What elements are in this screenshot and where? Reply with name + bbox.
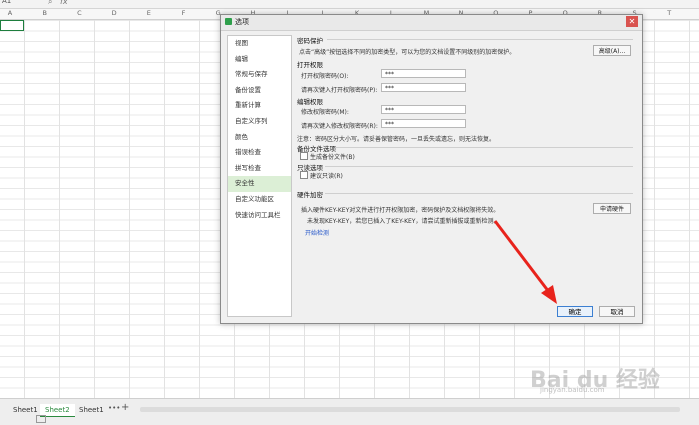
sheet-tab-bar: Sheet1 Sheet2 Sheet1 ••• + [0,398,699,425]
nav-item-custom-list[interactable]: 自定义序列 [228,114,291,130]
dialog-title: 选项 [235,18,249,26]
column-header-a[interactable]: A [8,9,12,17]
edit-password-label: 修改权限密码(M): [301,109,349,116]
nav-item-custom-ribbon[interactable]: 自定义功能区 [228,192,291,208]
divider [335,147,633,148]
edit-confirm-input[interactable]: *** [381,119,466,128]
more-sheets-icon[interactable]: ••• [108,404,120,412]
open-confirm-input[interactable]: *** [381,83,466,92]
divider [325,166,633,167]
column-header-e[interactable]: E [147,9,151,17]
detect-link[interactable]: 开始检测 [305,228,329,237]
fx-icon[interactable]: fx [60,0,68,6]
ok-button[interactable]: 确定 [557,306,593,317]
backup-checkbox[interactable] [300,152,308,160]
edit-confirm-label: 请再次键入修改权限密码(R): [301,123,378,130]
sheet-tab[interactable]: Sheet1 [74,404,109,416]
nav-item-security[interactable]: 安全性 [228,176,291,192]
view-icon[interactable] [36,415,46,423]
divider [325,193,633,194]
column-header-d[interactable]: D [112,9,117,17]
options-nav: 视图 编辑 常规与保存 备份设置 重新计算 自定义序列 颜色 错误检查 拼写检查… [227,35,292,317]
open-password-label: 打开权限密码(O): [301,73,349,80]
security-panel: 密码保护 点击“高级”按钮选择不同的加密类型，可以为您的文档设置不同级别的加密保… [295,35,635,303]
zoom-icon[interactable]: ⌕ [48,0,52,7]
hardware-section-title: 硬件加密 [297,191,323,199]
edit-password-input[interactable]: *** [381,105,466,114]
close-icon[interactable]: ✕ [626,16,638,27]
selected-cell[interactable] [0,20,24,31]
horizontal-scrollbar[interactable] [140,407,680,412]
cancel-button[interactable]: 取消 [599,306,635,317]
column-header-b[interactable]: B [42,9,46,17]
dialog-titlebar[interactable]: 选项 ✕ [221,15,642,31]
column-header-c[interactable]: C [77,9,82,17]
nav-item-view[interactable]: 视图 [228,36,291,52]
nav-item-backup[interactable]: 备份设置 [228,83,291,99]
hardware-line1: 插入硬件KEY-KEY对文件进行打开权限加密，密码保护及文档权限将失效。 [301,207,500,214]
app-icon [225,18,232,25]
nav-item-recalc[interactable]: 重新计算 [228,98,291,114]
password-note: 注意：密码区分大小写。请妥善保管密码，一旦丢失或遗忘，则无法恢复。 [297,136,496,143]
column-header-t[interactable]: T [667,9,671,17]
formula-bar: A1 ⌕ fx [0,0,699,9]
nav-item-spell-check[interactable]: 拼写检查 [228,161,291,177]
password-intro: 点击“高级”按钮选择不同的加密类型，可以为您的文档设置不同级别的加密保护。 [299,49,516,56]
readonly-checkbox-label[interactable]: 建议只读(R) [310,171,343,180]
nav-item-general-save[interactable]: 常规与保存 [228,67,291,83]
divider [327,39,633,40]
watermark-logo: Bai du 经验 jingyan.baidu.com [530,362,660,394]
nav-item-error-check[interactable]: 错误检查 [228,145,291,161]
open-password-input[interactable]: *** [381,69,466,78]
open-permission-title: 打开权限 [297,61,323,69]
options-dialog: 选项 ✕ 视图 编辑 常规与保存 备份设置 重新计算 自定义序列 颜色 错误检查… [220,14,643,324]
add-sheet-icon[interactable]: + [121,402,129,413]
watermark-url: jingyan.baidu.com [540,386,605,394]
nav-item-edit[interactable]: 编辑 [228,52,291,68]
edit-permission-title: 编辑权限 [297,98,323,106]
hardware-line2: 未发现KEY-KEY，若您已插入了KEY-KEY，请尝试重新插拔或重新检测。 [307,218,500,225]
advanced-button[interactable]: 高级(A)... [593,45,631,56]
nav-item-quick-access[interactable]: 快速访问工具栏 [228,208,291,224]
readonly-checkbox[interactable] [300,171,308,179]
backup-checkbox-label[interactable]: 生成备份文件(B) [310,152,355,161]
name-box[interactable]: A1 [2,0,11,5]
nav-item-color[interactable]: 颜色 [228,130,291,146]
apply-hardware-button[interactable]: 申请硬件 [593,203,631,214]
open-confirm-label: 请再次键入打开权限密码(P): [301,87,378,94]
password-section-title: 密码保护 [297,37,323,45]
column-header-f[interactable]: F [182,9,186,17]
